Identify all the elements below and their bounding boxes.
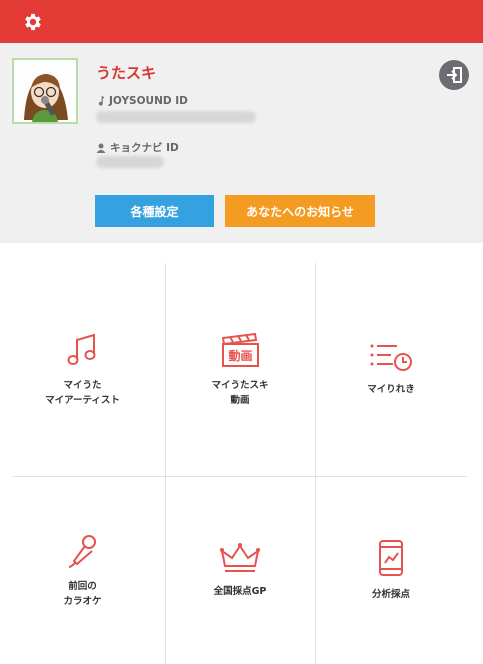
tile-label-line1: 全国採点GP	[213, 586, 267, 597]
tile-label-line1: マイりれき	[367, 384, 415, 395]
tile-label-line1: 分析採点	[371, 589, 410, 600]
history-list-icon	[370, 344, 412, 371]
video-clapper-icon: 動画	[221, 332, 259, 367]
tile-label-line1: 前回の	[68, 580, 97, 592]
music-note-icon	[67, 333, 95, 365]
video-icon-text: 動画	[228, 348, 252, 363]
tile-my-uta[interactable]: マイうた マイアーティスト	[0, 263, 165, 476]
profile-panel: うたスキ JOYSOUND ID キョクナビ ID 各種設定 あなたへのお知らせ	[0, 43, 483, 243]
kyokunavi-id-value	[96, 156, 164, 168]
settings-button[interactable]: 各種設定	[95, 195, 214, 227]
joysound-id-label: JOYSOUND ID	[109, 95, 188, 107]
tile-label-line1: マイうた	[63, 379, 102, 391]
logout-button[interactable]	[439, 60, 469, 90]
tile-label-line2: 動画	[230, 394, 250, 406]
crown-icon	[220, 543, 260, 572]
tile-national-scoring[interactable]: 全国採点GP	[165, 477, 315, 664]
tile-label-line2: カラオケ	[63, 595, 102, 607]
notifications-button[interactable]: あなたへのお知らせ	[225, 195, 375, 227]
kyokunavi-id-label: キョクナビ ID	[110, 142, 179, 154]
joysound-id-value	[96, 111, 256, 123]
menu-grid: マイうた マイアーティスト 動画 マイうたスキ 動画 マイりれき 前回の カラオ…	[0, 243, 483, 664]
tile-last-karaoke[interactable]: 前回の カラオケ	[0, 477, 165, 664]
top-bar	[0, 0, 483, 43]
tile-my-uta-video[interactable]: 動画 マイうたスキ 動画	[165, 263, 315, 476]
kyokunavi-id-row: キョクナビ ID	[96, 140, 179, 155]
logout-icon	[447, 67, 462, 83]
avatar	[12, 58, 78, 124]
tile-analysis-scoring[interactable]: 分析採点	[315, 477, 467, 664]
music-note-small-icon	[98, 96, 104, 106]
username: うたスキ	[96, 64, 157, 82]
joysound-id-row: JOYSOUND ID	[96, 95, 188, 107]
microphone-icon	[68, 534, 96, 568]
smartphone-chart-icon	[379, 540, 403, 576]
gear-icon[interactable]	[22, 11, 44, 33]
tile-label-line2: マイアーティスト	[45, 394, 120, 406]
tile-my-history[interactable]: マイりれき	[315, 263, 467, 476]
tile-label-line1: マイうたスキ	[211, 379, 269, 391]
user-icon	[96, 143, 106, 153]
